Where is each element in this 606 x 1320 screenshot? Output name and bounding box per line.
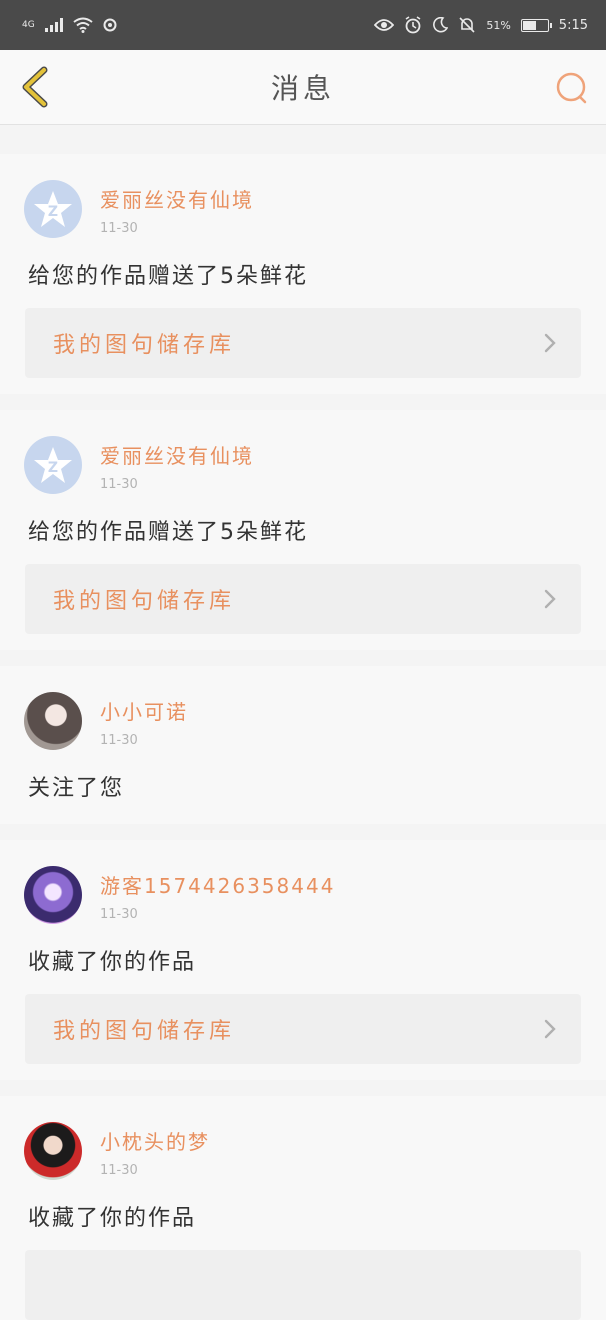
chevron-right-icon	[544, 1019, 556, 1039]
username[interactable]: 爱丽丝没有仙境	[100, 440, 254, 469]
network-label: 4G	[22, 19, 35, 30]
username[interactable]: 小枕头的梦	[100, 1126, 210, 1155]
alarm-icon	[405, 16, 421, 34]
search-icon	[556, 72, 587, 104]
message-header: Z 爱丽丝没有仙境 11-30	[0, 410, 606, 494]
library-link[interactable]: 我的图句储存库	[25, 564, 581, 634]
message-card[interactable]: Z 爱丽丝没有仙境 11-30 给您的作品赠送了5朵鲜花 我的图句储存库	[0, 154, 606, 394]
qq-star-icon: Z	[34, 447, 72, 483]
moon-icon	[433, 17, 449, 33]
username[interactable]: 小小可诺	[100, 696, 188, 725]
message-meta: 小小可诺 11-30	[100, 692, 188, 748]
message-card[interactable]: 小小可诺 11-30 关注了您	[0, 666, 606, 824]
library-link-partial[interactable]	[25, 1250, 581, 1320]
message-meta: 爱丽丝没有仙境 11-30	[100, 436, 254, 492]
library-link[interactable]: 我的图句储存库	[25, 308, 581, 378]
search-button[interactable]	[552, 68, 592, 108]
message-meta: 游客1574426358444 11-30	[100, 866, 335, 922]
message-card[interactable]: 游客1574426358444 11-30 收藏了你的作品 我的图句储存库	[0, 840, 606, 1080]
message-date: 11-30	[100, 477, 138, 492]
message-header: 游客1574426358444 11-30	[0, 840, 606, 924]
message-date: 11-30	[100, 733, 138, 748]
clock-time: 5:15	[558, 17, 588, 33]
signal-icon	[44, 18, 63, 32]
wifi-icon	[73, 17, 93, 33]
message-header: 小小可诺 11-30	[0, 666, 606, 750]
message-text: 收藏了你的作品	[28, 950, 197, 975]
message-date: 11-30	[100, 1163, 138, 1178]
mute-bell-icon	[459, 17, 475, 33]
library-link-label: 我的图句储存库	[53, 1019, 236, 1044]
library-link[interactable]: 我的图句储存库	[25, 994, 581, 1064]
svg-text:Z: Z	[48, 204, 58, 220]
eye-icon	[374, 19, 395, 31]
message-meta: 爱丽丝没有仙境 11-30	[100, 180, 254, 236]
message-text: 收藏了你的作品	[28, 1206, 197, 1231]
chevron-right-icon	[544, 589, 556, 609]
back-chevron-icon	[22, 66, 48, 108]
battery-percent: 51%	[486, 18, 511, 32]
message-card[interactable]: Z 爱丽丝没有仙境 11-30 给您的作品赠送了5朵鲜花 我的图句储存库	[0, 410, 606, 650]
location-icon	[103, 18, 117, 32]
chevron-right-icon	[544, 333, 556, 353]
username[interactable]: 爱丽丝没有仙境	[100, 184, 254, 213]
message-meta: 小枕头的梦 11-30	[100, 1122, 210, 1178]
message-date: 11-30	[100, 907, 138, 922]
avatar[interactable]	[24, 866, 82, 924]
message-text: 给您的作品赠送了5朵鲜花	[28, 520, 308, 545]
library-link-label: 我的图句储存库	[53, 333, 236, 358]
nav-bar: 消息	[0, 50, 606, 125]
qq-star-icon: Z	[34, 191, 72, 227]
message-card[interactable]: 小枕头的梦 11-30 收藏了你的作品	[0, 1096, 606, 1320]
message-text: 给您的作品赠送了5朵鲜花	[28, 264, 308, 289]
back-button[interactable]	[12, 64, 58, 110]
library-link-label: 我的图句储存库	[53, 589, 236, 614]
message-date: 11-30	[100, 221, 138, 236]
avatar[interactable]: Z	[24, 436, 82, 494]
page-title: 消息	[270, 72, 335, 105]
username[interactable]: 游客1574426358444	[100, 870, 335, 899]
message-header: Z 爱丽丝没有仙境 11-30	[0, 154, 606, 238]
status-left: 4G	[22, 17, 117, 33]
message-list: Z 爱丽丝没有仙境 11-30 给您的作品赠送了5朵鲜花 我的图句储存库 Z 爱…	[0, 138, 606, 1320]
avatar[interactable]	[24, 1122, 82, 1180]
message-header: 小枕头的梦 11-30	[0, 1096, 606, 1180]
svg-text:Z: Z	[48, 460, 58, 476]
message-text: 关注了您	[28, 776, 125, 801]
battery-icon	[520, 18, 552, 32]
avatar[interactable]	[24, 692, 82, 750]
status-right: 51% 5:15	[374, 16, 588, 34]
status-bar: 4G 51% 5:15	[0, 0, 606, 50]
avatar[interactable]: Z	[24, 180, 82, 238]
